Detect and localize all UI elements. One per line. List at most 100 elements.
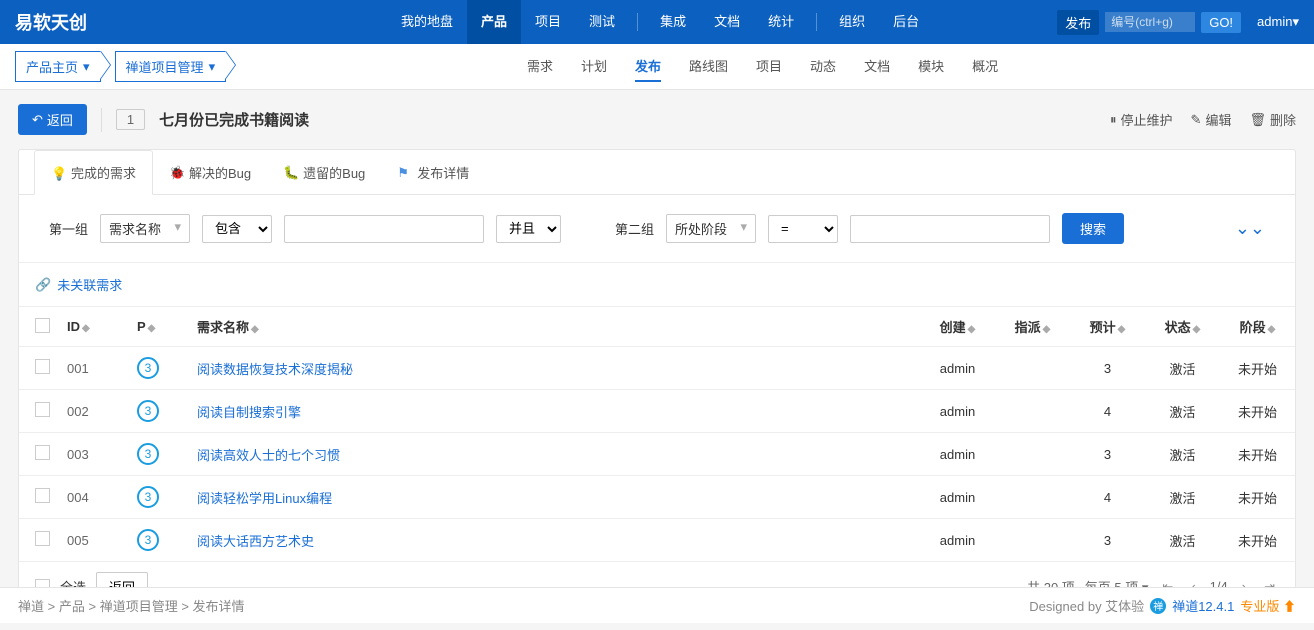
footer-right: Designed by 艾体验 禅 禅道12.4.1 专业版 ⬆ bbox=[1029, 596, 1296, 615]
value2-input[interactable] bbox=[850, 215, 1050, 243]
breadcrumb-item[interactable]: 发布详情 bbox=[193, 599, 245, 614]
cell-assign bbox=[995, 476, 1070, 519]
field2-value: 所处阶段 bbox=[675, 222, 727, 237]
story-link[interactable]: 阅读自制搜索引擎 bbox=[197, 405, 301, 420]
cell-priority: 3 bbox=[129, 476, 189, 519]
row-checkbox[interactable] bbox=[35, 402, 50, 417]
nav-item[interactable]: 文档 bbox=[700, 0, 754, 44]
nav-item[interactable]: 后台 bbox=[879, 0, 933, 44]
nav-item[interactable]: 测试 bbox=[575, 0, 629, 44]
field2-select[interactable]: 所处阶段 ▾ bbox=[666, 214, 756, 243]
expand-search-icon[interactable]: ⌄⌄ bbox=[1235, 218, 1265, 239]
col-assign[interactable]: 指派◆ bbox=[995, 307, 1070, 347]
go-button[interactable]: GO! bbox=[1201, 12, 1241, 33]
nav-item[interactable]: 项目 bbox=[521, 0, 575, 44]
breadcrumb-item[interactable]: 禅道项目管理 bbox=[100, 599, 178, 614]
row-checkbox[interactable] bbox=[35, 445, 50, 460]
back-arrow-icon: ↶ bbox=[32, 112, 43, 128]
cell-stage: 未开始 bbox=[1220, 433, 1295, 476]
tab-label: 完成的需求 bbox=[71, 163, 136, 182]
value1-input[interactable] bbox=[284, 215, 484, 243]
select-all-checkbox[interactable] bbox=[35, 318, 50, 333]
subnav-item[interactable]: 项目 bbox=[756, 51, 782, 82]
cell-status: 激活 bbox=[1145, 433, 1220, 476]
logic-select[interactable]: 并且 bbox=[496, 215, 561, 243]
nav-item[interactable]: 产品 bbox=[467, 0, 521, 44]
nav-item[interactable]: 统计 bbox=[754, 0, 808, 44]
subnav-item[interactable]: 文档 bbox=[864, 51, 890, 82]
separator bbox=[101, 108, 102, 132]
product-home-dropdown[interactable]: 产品主页 ▾ bbox=[15, 51, 101, 82]
user-menu[interactable]: admin▾ bbox=[1257, 14, 1299, 30]
subnav-item[interactable]: 发布 bbox=[635, 51, 661, 82]
sort-icon: ◆ bbox=[968, 324, 976, 335]
cell-est: 4 bbox=[1070, 390, 1145, 433]
table-header-row: ID◆ P◆ 需求名称◆ 创建◆ 指派◆ 预计◆ 状态◆ 阶段◆ bbox=[19, 307, 1295, 347]
nav-item[interactable]: 我的地盘 bbox=[387, 0, 467, 44]
edit-button[interactable]: ✎编辑 bbox=[1191, 110, 1232, 129]
table-row: 0023阅读自制搜索引擎admin4激活未开始 bbox=[19, 390, 1295, 433]
back-button[interactable]: ↶返回 bbox=[18, 104, 87, 135]
col-est-label: 预计 bbox=[1090, 320, 1116, 335]
subnav-item[interactable]: 动态 bbox=[810, 51, 836, 82]
version-link[interactable]: 禅道12.4.1 bbox=[1172, 596, 1234, 615]
col-name[interactable]: 需求名称◆ bbox=[189, 307, 920, 347]
search-button[interactable]: 搜索 bbox=[1062, 213, 1124, 244]
delete-button[interactable]: 🗑删除 bbox=[1249, 110, 1296, 129]
subnav-item[interactable]: 模块 bbox=[918, 51, 944, 82]
subnav-item[interactable]: 需求 bbox=[527, 51, 553, 82]
field1-select[interactable]: 需求名称 ▾ bbox=[100, 214, 190, 243]
cell-name: 阅读大话西方艺术史 bbox=[189, 519, 920, 562]
pause-icon: ⏸ bbox=[1110, 112, 1117, 128]
release-id: 1 bbox=[116, 109, 145, 130]
cell-id: 004 bbox=[59, 476, 129, 519]
nav-item[interactable]: 集成 bbox=[646, 0, 700, 44]
cell-name: 阅读高效人士的七个习惯 bbox=[189, 433, 920, 476]
subnav-item[interactable]: 计划 bbox=[581, 51, 607, 82]
search-id-input[interactable] bbox=[1105, 12, 1195, 32]
col-p[interactable]: P◆ bbox=[129, 307, 189, 347]
subnav-item[interactable]: 路线图 bbox=[689, 51, 728, 82]
cell-est: 3 bbox=[1070, 347, 1145, 390]
row-checkbox[interactable] bbox=[35, 531, 50, 546]
cell-est: 3 bbox=[1070, 519, 1145, 562]
col-status[interactable]: 状态◆ bbox=[1145, 307, 1220, 347]
nav-separator bbox=[637, 13, 638, 31]
user-name-label: admin bbox=[1257, 14, 1292, 29]
col-id[interactable]: ID◆ bbox=[59, 307, 129, 347]
story-link[interactable]: 阅读数据恢复技术深度揭秘 bbox=[197, 362, 353, 377]
cell-name: 阅读轻松学用Linux编程 bbox=[189, 476, 920, 519]
story-link[interactable]: 阅读轻松学用Linux编程 bbox=[197, 491, 332, 506]
flag-icon: ⚑ bbox=[397, 165, 411, 179]
cell-est: 4 bbox=[1070, 476, 1145, 519]
unlinked-header[interactable]: 🔗 未关联需求 bbox=[19, 263, 1295, 307]
pause-button[interactable]: ⏸停止维护 bbox=[1110, 110, 1173, 129]
tab-label: 遗留的Bug bbox=[303, 163, 365, 182]
story-link[interactable]: 阅读高效人士的七个习惯 bbox=[197, 448, 340, 463]
col-create[interactable]: 创建◆ bbox=[920, 307, 995, 347]
op2-select[interactable]: = bbox=[768, 215, 838, 243]
subnav-item[interactable]: 概况 bbox=[972, 51, 998, 82]
tab-flag[interactable]: ⚑发布详情 bbox=[381, 150, 485, 194]
publish-button[interactable]: 发布 bbox=[1057, 10, 1099, 35]
nav-item[interactable]: 组织 bbox=[825, 0, 879, 44]
cell-status: 激活 bbox=[1145, 390, 1220, 433]
main-card: 💡完成的需求🐞解决的Bug🐛遗留的Bug⚑发布详情 第一组 需求名称 ▾ 包含 … bbox=[18, 149, 1296, 612]
row-checkbox[interactable] bbox=[35, 488, 50, 503]
breadcrumb-item[interactable]: 产品 bbox=[59, 599, 85, 614]
col-est[interactable]: 预计◆ bbox=[1070, 307, 1145, 347]
page-title: 七月份已完成书籍阅读 bbox=[159, 109, 309, 130]
top-navbar: 易软天创 我的地盘产品项目测试集成文档统计组织后台 发布 GO! admin▾ bbox=[0, 0, 1314, 44]
tab-bug1[interactable]: 🐞解决的Bug bbox=[153, 150, 267, 194]
breadcrumb-item[interactable]: 禅道 bbox=[18, 599, 44, 614]
col-stage[interactable]: 阶段◆ bbox=[1220, 307, 1295, 347]
row-checkbox[interactable] bbox=[35, 359, 50, 374]
story-link[interactable]: 阅读大话西方艺术史 bbox=[197, 534, 314, 549]
cell-create: admin bbox=[920, 347, 995, 390]
breadcrumb: 禅道 > 产品 > 禅道项目管理 > 发布详情 bbox=[18, 596, 245, 615]
tab-bulb[interactable]: 💡完成的需求 bbox=[34, 150, 153, 195]
op1-select[interactable]: 包含 bbox=[202, 215, 272, 243]
tab-bug2[interactable]: 🐛遗留的Bug bbox=[267, 150, 381, 194]
project-dropdown[interactable]: 禅道项目管理 ▾ bbox=[115, 51, 227, 82]
cell-create: admin bbox=[920, 519, 995, 562]
